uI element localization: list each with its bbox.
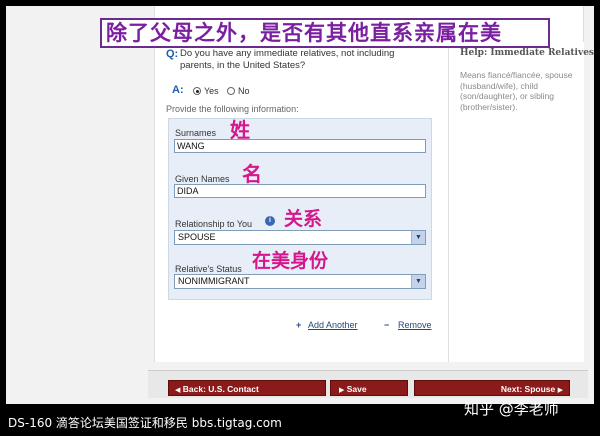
image-frame: 除了父母之外，是否有其他直系亲属在美 Q: Do you have any im… (0, 0, 600, 436)
caption-author: 知乎 @李老师 (464, 400, 559, 418)
add-another-link[interactable]: Add Another (308, 320, 358, 330)
relationship-select[interactable]: SPOUSE ▼ (174, 230, 426, 245)
chevron-down-icon: ▼ (411, 231, 425, 244)
arrow-left-icon: ◀ (175, 387, 181, 394)
given-names-input[interactable] (174, 184, 426, 198)
help-title: Help: Immediate Relatives (460, 48, 594, 58)
next-button[interactable]: Next: Spouse ▶ (414, 380, 570, 396)
given-name-annotation: 名 (242, 162, 262, 186)
question-text: Do you have any immediate relatives, not… (180, 48, 395, 71)
relative-status-label: Relative's Status (175, 264, 242, 274)
provide-instructions: Provide the following information: (166, 104, 299, 114)
status-annotation: 在美身份 (252, 250, 329, 272)
back-button-label: Back: U.S. Contact (182, 384, 259, 394)
question-letter: Q: (166, 48, 179, 60)
radio-yes-label: Yes (204, 86, 219, 96)
back-button[interactable]: ◀ Back: U.S. Contact (168, 380, 326, 396)
given-names-label: Given Names (175, 174, 230, 184)
next-button-label: Next: Spouse (500, 384, 556, 394)
save-button-label: Save (346, 384, 367, 394)
save-button[interactable]: ▶ Save (330, 380, 408, 396)
relationship-selected-value: SPOUSE (178, 232, 216, 242)
relative-status-select[interactable]: NONIMMIGRANT ▼ (174, 274, 426, 289)
arrow-right-icon: ▶ (339, 387, 345, 394)
remove-link[interactable]: Remove (398, 320, 432, 330)
help-info-icon[interactable]: i (265, 216, 275, 226)
status-selected-value: NONIMMIGRANT (178, 276, 250, 286)
remove-icon: − (384, 320, 390, 330)
relationship-label: Relationship to You (175, 219, 253, 229)
surname-annotation: 姓 (230, 118, 250, 142)
radio-no-label: No (238, 86, 250, 96)
radio-no[interactable] (227, 87, 235, 95)
help-text: Means fiancé/fiancée, spouse (husband/wi… (460, 70, 573, 112)
surnames-input[interactable] (174, 139, 426, 153)
arrow-right-icon: ▶ (557, 387, 563, 394)
radio-yes[interactable] (193, 87, 201, 95)
add-icon: + (296, 320, 302, 330)
answer-letter: A: (172, 84, 184, 96)
surnames-label: Surnames (175, 128, 217, 138)
annotation-banner: 除了父母之外，是否有其他直系亲属在美 (100, 18, 550, 48)
relationship-annotation: 关系 (284, 208, 323, 230)
caption-source: DS-160 滴答论坛美国签证和移民 bbs.tigtag.com (8, 416, 282, 430)
chevron-down-icon: ▼ (411, 275, 425, 288)
